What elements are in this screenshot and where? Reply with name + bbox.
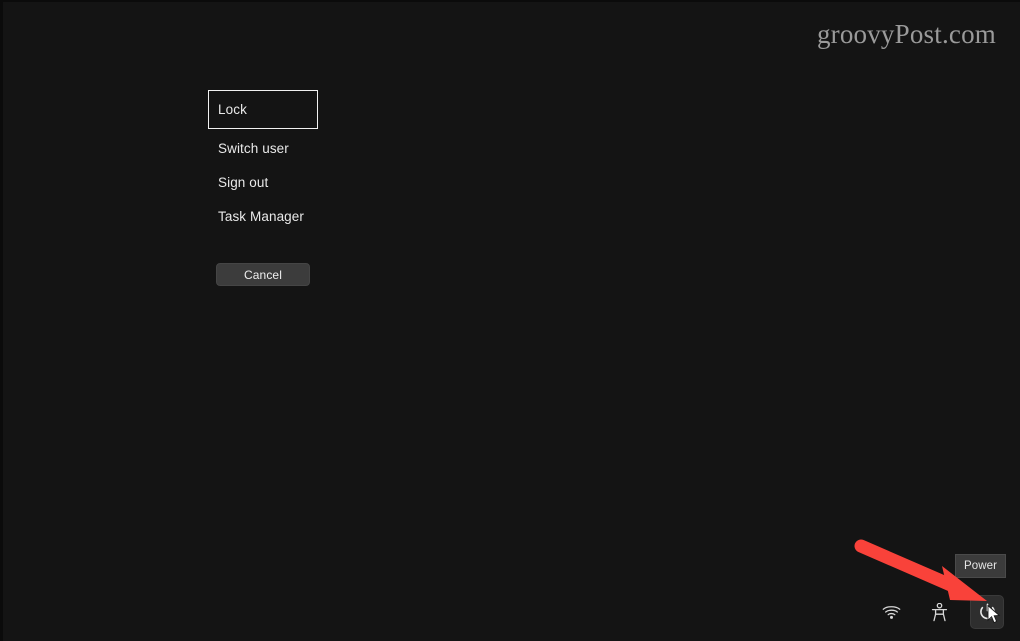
security-option-label: Switch user <box>218 140 289 156</box>
site-watermark: groovyPost.com <box>816 19 996 49</box>
security-option-sign-out[interactable]: Sign out <box>208 165 448 199</box>
security-option-label: Lock <box>218 102 247 117</box>
security-option-switch-user[interactable]: Switch user <box>208 131 448 165</box>
accessibility-button[interactable] <box>922 595 956 629</box>
utility-icon-bar <box>874 595 1004 629</box>
security-option-label: Sign out <box>218 174 269 190</box>
network-button[interactable] <box>874 595 908 629</box>
security-option-label: Task Manager <box>218 208 304 224</box>
cancel-button-wrapper: Cancel <box>216 263 310 286</box>
security-option-lock[interactable]: Lock <box>208 90 318 129</box>
power-icon <box>978 603 997 622</box>
accessibility-icon <box>931 602 948 622</box>
lock-screen-security-options: groovyPost.com Lock Switch user Sign out… <box>0 0 1020 641</box>
power-button[interactable] <box>970 595 1004 629</box>
cancel-button[interactable]: Cancel <box>216 263 310 286</box>
cancel-button-label: Cancel <box>244 267 282 282</box>
security-options-menu: Lock Switch user Sign out Task Manager <box>208 90 448 233</box>
power-tooltip: Power <box>955 554 1007 578</box>
security-option-task-manager[interactable]: Task Manager <box>208 199 448 233</box>
network-icon <box>882 605 901 620</box>
